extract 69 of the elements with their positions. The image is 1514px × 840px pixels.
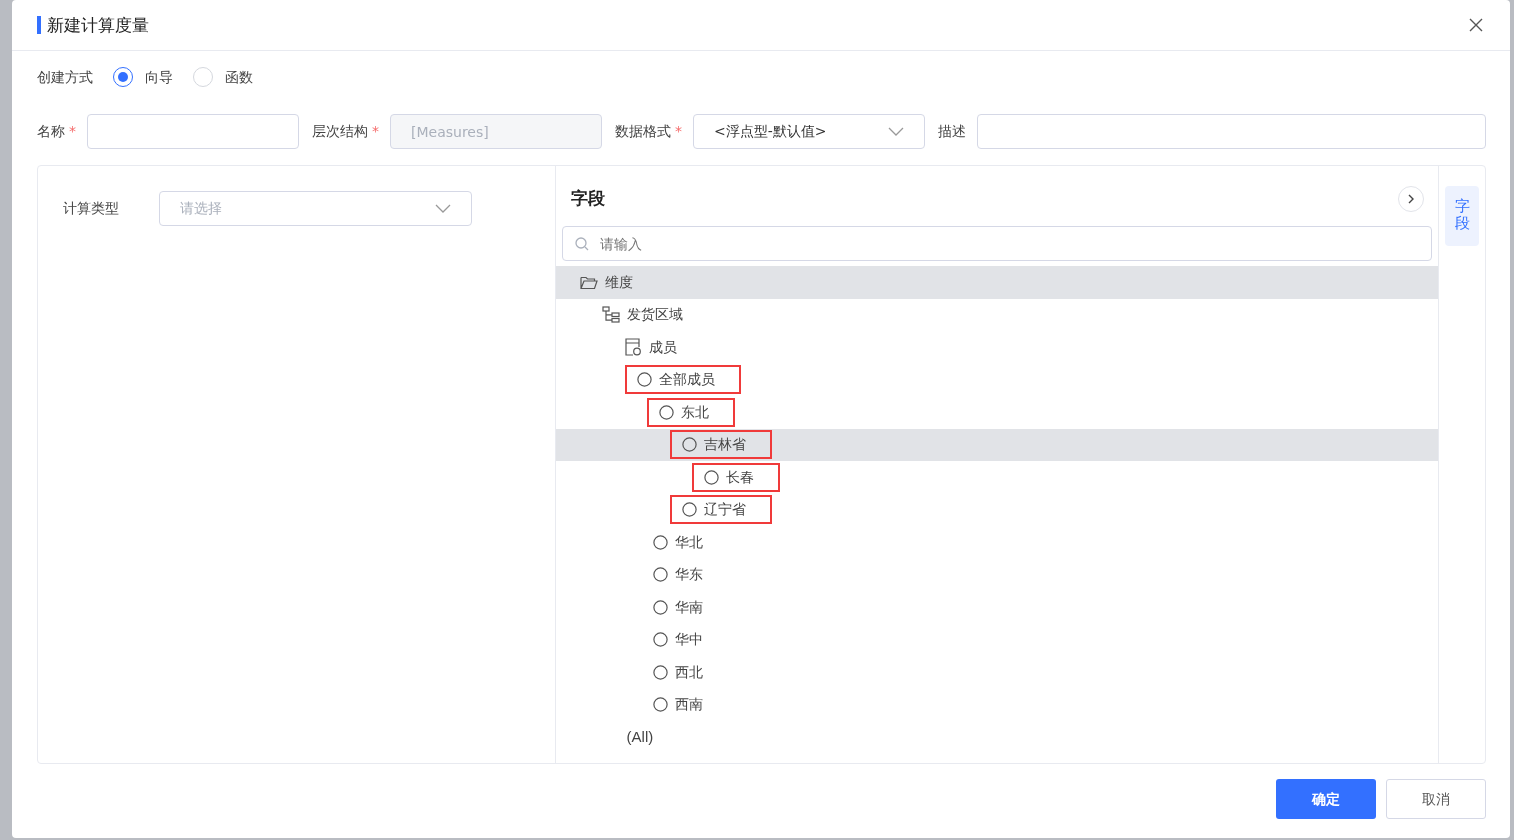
chevron-down-icon: [888, 127, 904, 136]
close-icon: [1469, 18, 1483, 32]
tree-item-label[interactable]: 华南: [675, 596, 704, 618]
field-label: 创建方式: [37, 67, 93, 87]
tree-row[interactable]: 华南: [556, 591, 1438, 624]
field-label: 名称 *: [37, 122, 76, 141]
tree-item-label[interactable]: 长春: [725, 466, 754, 488]
radio-circle-icon: [636, 372, 652, 388]
tree-item-label[interactable]: 华中: [675, 629, 704, 651]
side-tab[interactable]: 字段: [1445, 186, 1479, 246]
member-icon: [624, 338, 642, 357]
radio-circle-icon: [659, 404, 675, 420]
input-field[interactable]: [977, 114, 1486, 149]
tree-item-label[interactable]: 东北: [681, 401, 710, 423]
dialog-title: 新建计算度量: [37, 16, 149, 34]
tree-row[interactable]: 维度: [556, 266, 1438, 299]
radio-label[interactable]: 函数: [225, 66, 253, 88]
tree-item-label[interactable]: 西北: [675, 661, 704, 683]
radio-circle-icon: [653, 632, 669, 648]
tree-row[interactable]: 华北: [556, 526, 1438, 559]
field-label: 数据格式 *: [615, 122, 682, 141]
search-icon: [575, 237, 589, 251]
radio-circle-icon: [703, 469, 719, 485]
radio-circle-icon: [653, 664, 669, 680]
tree-item-label[interactable]: (All): [626, 726, 654, 749]
panel-title: 字段: [571, 187, 605, 211]
chevron-down-icon: [435, 204, 451, 213]
tree-row[interactable]: 华东: [556, 558, 1438, 591]
hierarchy-icon: [602, 306, 621, 324]
field-label: 计算类型: [63, 199, 119, 218]
tree-row[interactable]: 成员: [556, 331, 1438, 364]
radio-label[interactable]: 向导: [145, 66, 173, 88]
radio-circle-icon: [653, 697, 669, 713]
format-dropdown[interactable]: <浮点型-默认值>: [693, 114, 925, 149]
tree-row[interactable]: 发货区域: [556, 298, 1438, 331]
tree-item-label[interactable]: 华北: [675, 531, 704, 553]
radio-circle-icon: [681, 502, 697, 518]
tree-item-label[interactable]: 全部成员: [658, 369, 715, 391]
chevron-right-icon: [1407, 194, 1415, 204]
tree-item-label[interactable]: 维度: [605, 271, 633, 293]
tree-item-label[interactable]: 发货区域: [627, 304, 684, 326]
close-button[interactable]: [1467, 16, 1485, 34]
folder-icon: [580, 274, 598, 290]
field-label: 描述: [938, 122, 966, 141]
radio-button[interactable]: [113, 67, 133, 87]
tree-row[interactable]: 吉林省: [556, 428, 1438, 461]
radio-circle-icon: [653, 534, 669, 550]
tree-item-label[interactable]: 华东: [675, 564, 704, 586]
search-field[interactable]: 请输入: [562, 226, 1432, 261]
tree-row[interactable]: 西南: [556, 688, 1438, 721]
radio-circle-icon: [653, 567, 669, 583]
cancel-button[interactable]: 取消: [1386, 779, 1486, 819]
tree-row[interactable]: 全部成员: [556, 363, 1438, 396]
tree-row[interactable]: 长春: [556, 461, 1438, 494]
tree-row[interactable]: 西北: [556, 656, 1438, 689]
tree-item-label[interactable]: 吉林省: [703, 434, 746, 456]
tree-item-label[interactable]: 辽宁省: [703, 499, 746, 521]
tree-row[interactable]: 东北: [556, 396, 1438, 429]
field-label: 层次结构 *: [312, 122, 379, 141]
tree-row[interactable]: 辽宁省: [556, 493, 1438, 526]
tree-item-label[interactable]: 西南: [675, 694, 704, 716]
input-field[interactable]: [87, 114, 299, 149]
radio-circle-icon: [653, 599, 669, 615]
confirm-button[interactable]: 确定: [1276, 779, 1376, 819]
expand-button[interactable]: [1398, 186, 1424, 212]
radio-circle-icon: [681, 437, 697, 453]
tree-row[interactable]: 华中: [556, 623, 1438, 656]
tree-item-label[interactable]: 成员: [648, 336, 677, 358]
tree-row[interactable]: (All): [556, 721, 1438, 754]
